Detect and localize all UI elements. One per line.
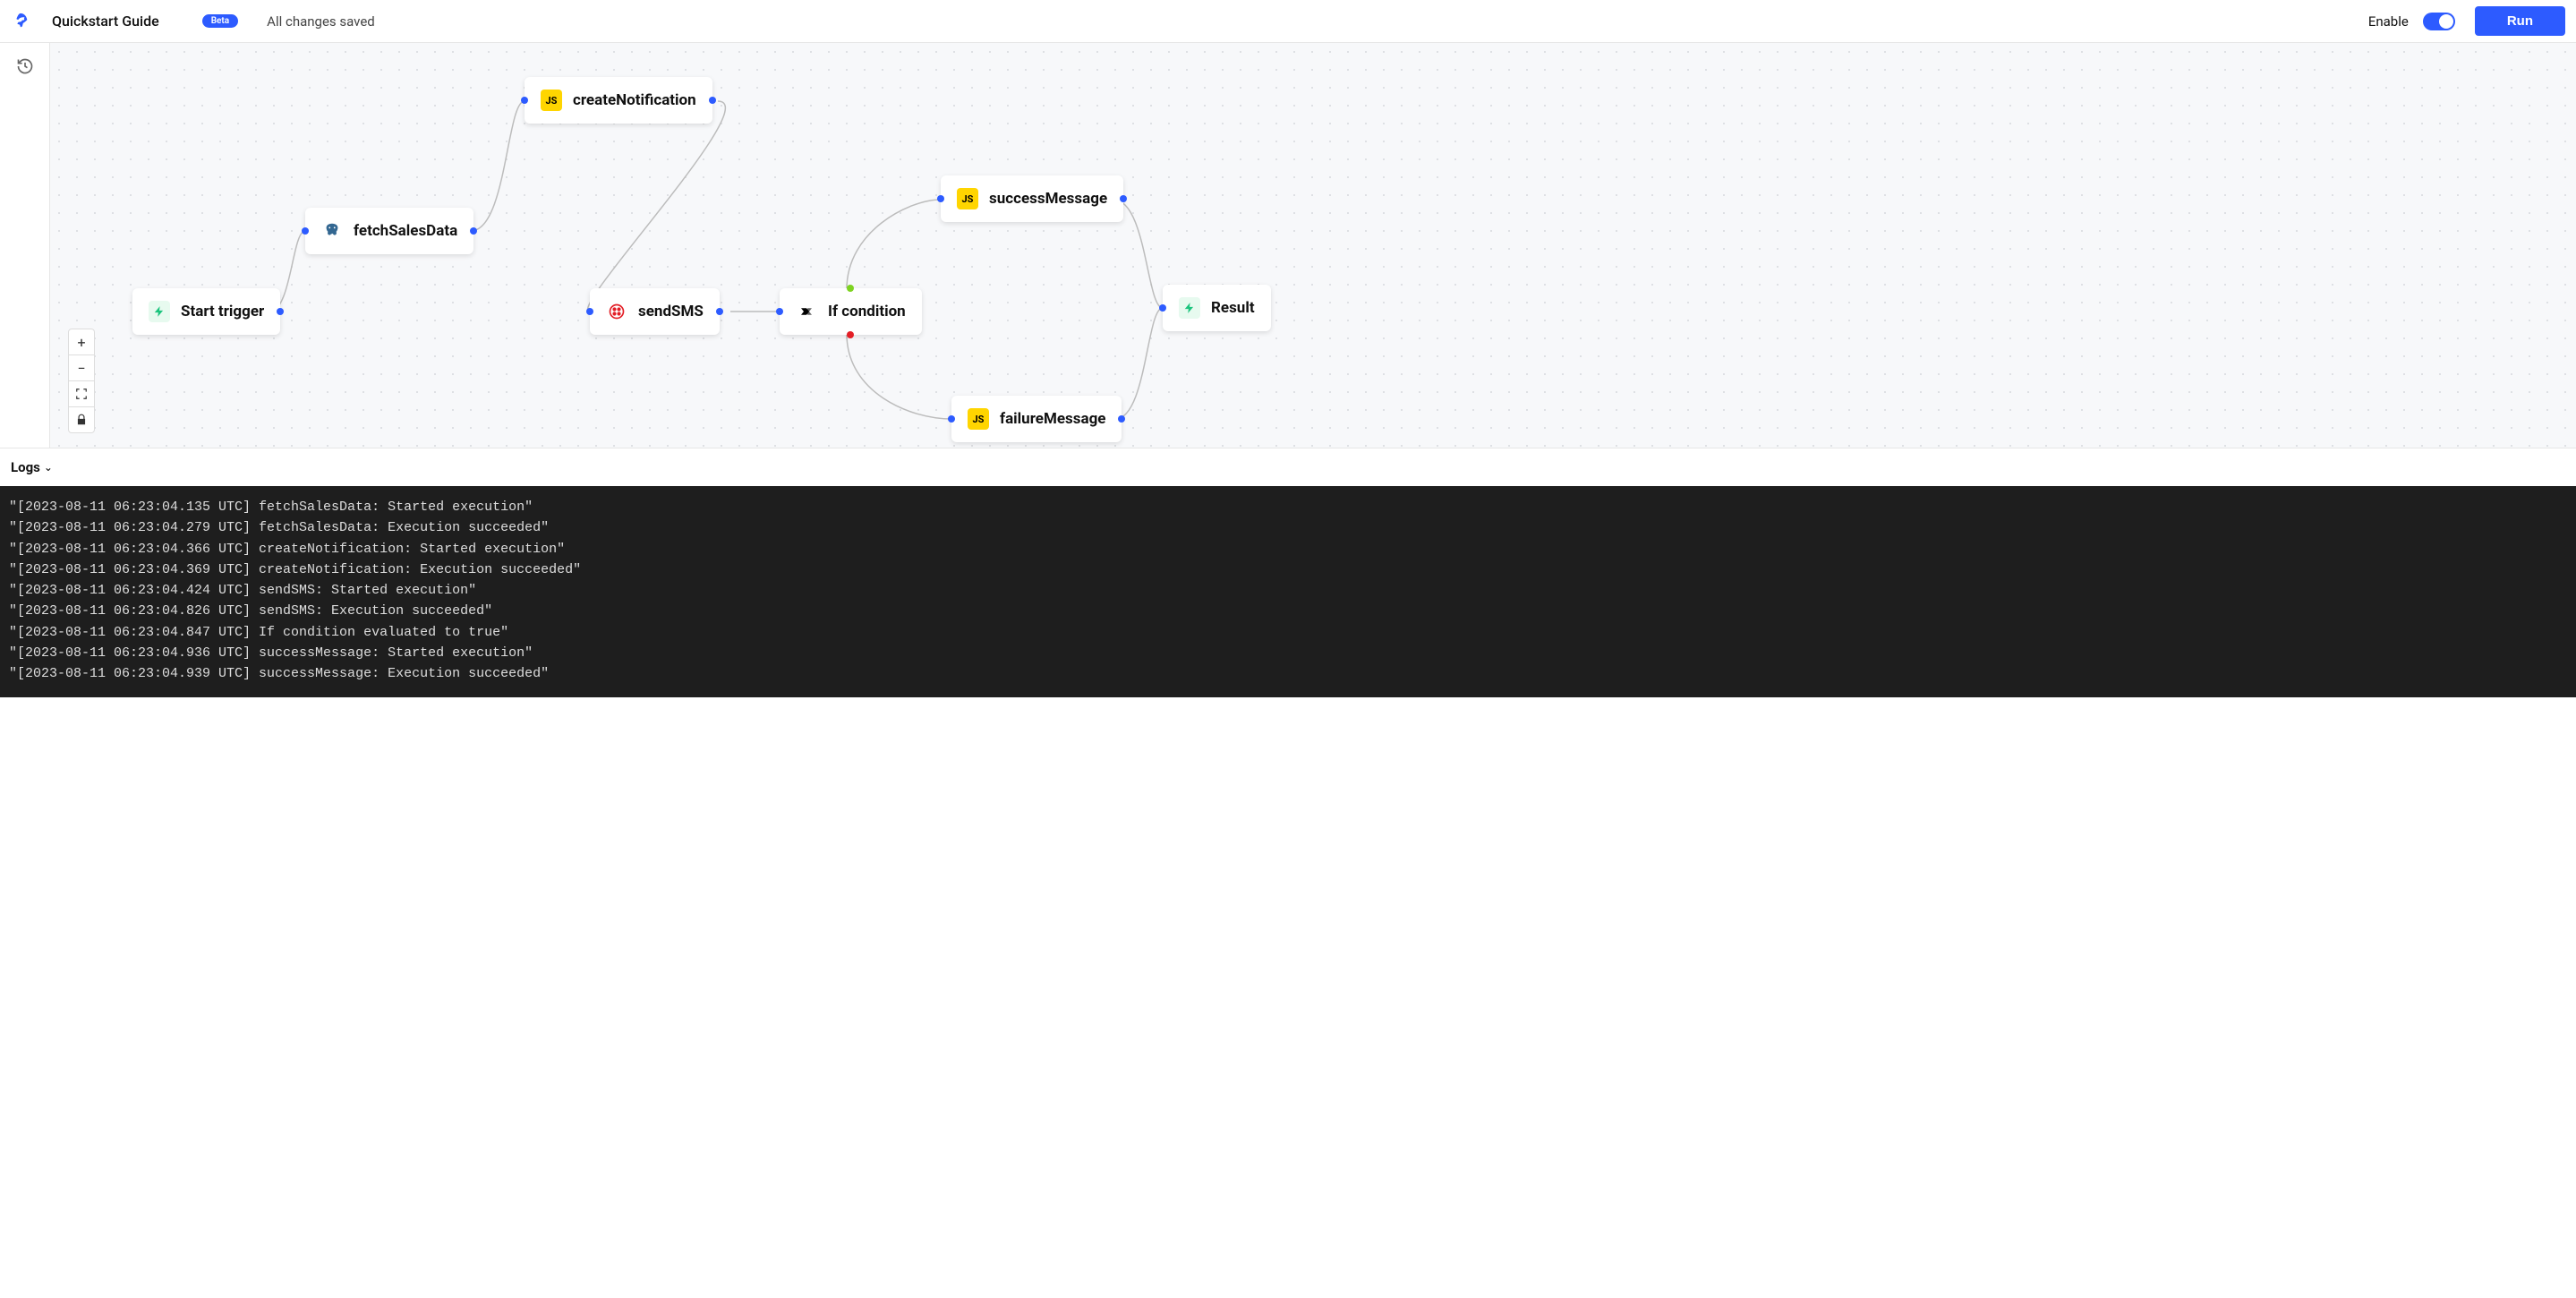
port-in[interactable] (521, 97, 528, 104)
node-failure-message[interactable]: JS failureMessage (951, 396, 1122, 442)
page-title: Quickstart Guide (52, 13, 159, 30)
enable-toggle[interactable] (2423, 13, 2455, 30)
enable-label: Enable (2368, 13, 2409, 30)
log-line: "[2023-08-11 06:23:04.279 UTC] fetchSale… (9, 517, 2567, 538)
canvas[interactable]: Start trigger fetchSalesData JS createNo… (50, 43, 2576, 448)
header: Quickstart Guide Beta All changes saved … (0, 0, 2576, 43)
zoom-out-button[interactable]: − (68, 354, 95, 381)
log-line: "[2023-08-11 06:23:04.939 UTC] successMe… (9, 663, 2567, 684)
port-false[interactable] (847, 331, 854, 338)
rocket-icon (11, 12, 30, 31)
workspace: Start trigger fetchSalesData JS createNo… (0, 43, 2576, 448)
sidebar (0, 43, 50, 448)
log-line: "[2023-08-11 06:23:04.424 UTC] sendSMS: … (9, 580, 2567, 601)
node-label: fetchSalesData (354, 222, 457, 240)
js-icon: JS (968, 408, 989, 430)
node-label: successMessage (989, 190, 1107, 208)
node-result[interactable]: Result (1163, 285, 1271, 331)
log-line: "[2023-08-11 06:23:04.135 UTC] fetchSale… (9, 497, 2567, 517)
port-in[interactable] (302, 227, 309, 235)
branch-icon (796, 301, 817, 322)
logs-panel: Logs ⌄ "[2023-08-11 06:23:04.135 UTC] fe… (0, 448, 2576, 697)
save-status: All changes saved (267, 13, 375, 30)
js-icon: JS (957, 188, 978, 209)
port-out[interactable] (277, 308, 284, 315)
port-out[interactable] (1120, 195, 1127, 202)
zoom-in-button[interactable]: + (68, 329, 95, 355)
logs-header[interactable]: Logs ⌄ (0, 448, 2576, 486)
beta-badge: Beta (202, 14, 238, 28)
node-label: createNotification (573, 91, 696, 109)
log-line: "[2023-08-11 06:23:04.369 UTC] createNot… (9, 559, 2567, 580)
log-line: "[2023-08-11 06:23:04.366 UTC] createNot… (9, 539, 2567, 559)
port-out[interactable] (470, 227, 477, 235)
port-out[interactable] (709, 97, 716, 104)
log-line: "[2023-08-11 06:23:04.826 UTC] sendSMS: … (9, 601, 2567, 621)
node-send-sms[interactable]: sendSMS (590, 288, 720, 335)
chevron-down-icon: ⌄ (44, 461, 53, 474)
lightning-icon (1179, 297, 1200, 319)
log-line: "[2023-08-11 06:23:04.936 UTC] successMe… (9, 643, 2567, 663)
twilio-icon (606, 301, 627, 322)
port-true[interactable] (847, 285, 854, 292)
run-button[interactable]: Run (2475, 6, 2565, 36)
node-label: Result (1211, 299, 1255, 317)
node-if-condition[interactable]: If condition (780, 288, 922, 335)
log-line: "[2023-08-11 06:23:04.847 UTC] If condit… (9, 622, 2567, 643)
fit-view-button[interactable] (68, 380, 95, 407)
port-in[interactable] (937, 195, 944, 202)
node-start-trigger[interactable]: Start trigger (132, 288, 280, 335)
lightning-icon (149, 301, 170, 322)
port-in[interactable] (1159, 304, 1166, 312)
port-in[interactable] (586, 308, 593, 315)
node-fetch-sales-data[interactable]: fetchSalesData (305, 208, 473, 254)
node-label: sendSMS (638, 303, 704, 320)
lock-button[interactable] (68, 406, 95, 433)
postgres-icon (321, 220, 343, 242)
node-label: Start trigger (181, 303, 264, 320)
node-create-notification[interactable]: JS createNotification (525, 77, 712, 124)
js-icon: JS (541, 90, 562, 111)
zoom-controls: + − (68, 329, 95, 433)
node-label: If condition (828, 303, 906, 320)
node-label: failureMessage (1000, 410, 1105, 428)
node-success-message[interactable]: JS successMessage (941, 175, 1123, 222)
port-out[interactable] (1118, 415, 1125, 423)
history-icon[interactable] (16, 57, 34, 79)
logs-body[interactable]: "[2023-08-11 06:23:04.135 UTC] fetchSale… (0, 486, 2576, 697)
port-in[interactable] (776, 308, 783, 315)
logs-title: Logs (11, 459, 40, 475)
port-out[interactable] (716, 308, 723, 315)
port-in[interactable] (948, 415, 955, 423)
